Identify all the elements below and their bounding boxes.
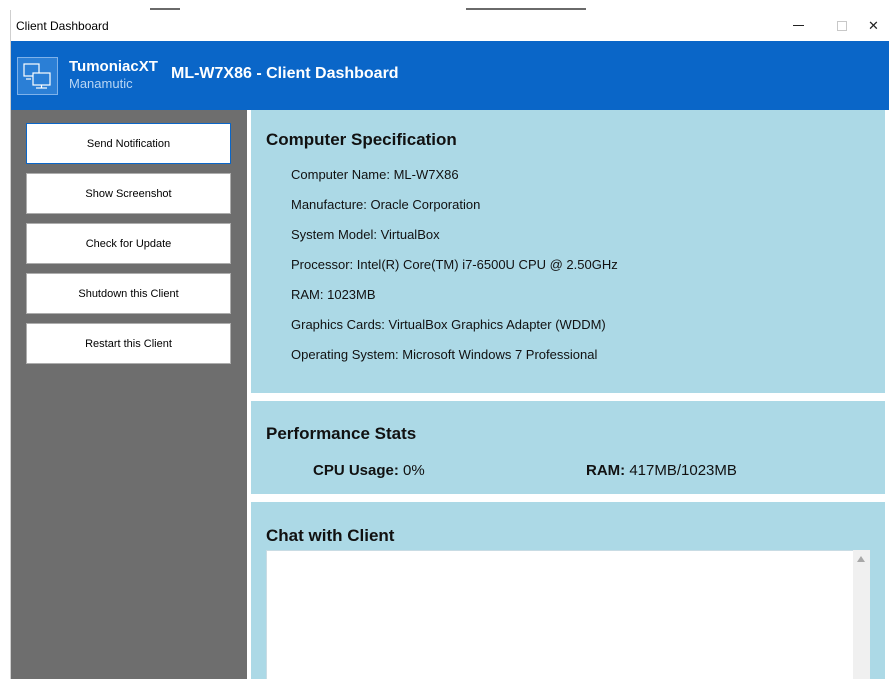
restart-client-button[interactable]: Restart this Client — [26, 323, 231, 364]
performance-stats-panel: Performance Stats CPU Usage: 0% RAM: 417… — [251, 401, 885, 494]
cpu-usage: CPU Usage: 0% — [313, 462, 425, 479]
main-content: Computer Specification Computer Name: ML… — [247, 110, 889, 679]
shutdown-client-button[interactable]: Shutdown this Client — [26, 273, 231, 314]
cpu-usage-value: 0% — [403, 462, 425, 479]
spec-operating-system: Operating System: Microsoft Windows 7 Pr… — [291, 347, 598, 362]
spec-manufacture: Manufacture: Oracle Corporation — [291, 197, 481, 212]
ram-usage-value: 417MB/1023MB — [629, 462, 737, 479]
computer-network-icon — [23, 63, 51, 89]
spec-computer-name: Computer Name: ML-W7X86 — [291, 167, 459, 182]
performance-title: Performance Stats — [266, 424, 417, 443]
window-title: Client Dashboard — [16, 19, 109, 33]
brand-name: TumoniacXT — [69, 58, 158, 75]
computer-specification-panel: Computer Specification Computer Name: ML… — [251, 110, 885, 393]
close-button[interactable]: ✕ — [857, 10, 889, 41]
client-dashboard-window: Client Dashboard ✕ TumoniacXT Manamutic … — [10, 10, 889, 679]
ram-usage: RAM: 417MB/1023MB — [586, 462, 737, 479]
chat-scrollbar[interactable] — [853, 550, 870, 679]
cpu-usage-label: CPU Usage: — [313, 462, 399, 479]
maximize-icon — [837, 20, 847, 31]
spec-system-model: System Model: VirtualBox — [291, 227, 440, 242]
minimize-button[interactable] — [775, 10, 821, 41]
spec-graphics-card: Graphics Cards: VirtualBox Graphics Adap… — [291, 317, 606, 332]
title-bar[interactable]: Client Dashboard ✕ — [11, 10, 889, 41]
chat-title: Chat with Client — [266, 526, 395, 545]
spec-processor: Processor: Intel(R) Core(TM) i7-6500U CP… — [291, 257, 618, 272]
chat-panel: Chat with Client — [251, 502, 885, 679]
close-icon: ✕ — [868, 17, 879, 33]
minimize-icon — [792, 25, 804, 26]
ram-usage-label: RAM: — [586, 462, 626, 479]
page-title: ML-W7X86 - Client Dashboard — [171, 65, 399, 82]
sidebar: Send Notification Show Screenshot Check … — [11, 110, 247, 679]
send-notification-button[interactable]: Send Notification — [26, 123, 231, 164]
spec-title: Computer Specification — [266, 130, 457, 149]
screen-top-edge — [0, 0, 889, 10]
app-header: TumoniacXT Manamutic ML-W7X86 - Client D… — [11, 41, 889, 110]
spec-ram: RAM: 1023MB — [291, 287, 376, 302]
chat-textarea[interactable] — [266, 550, 870, 679]
scroll-up-arrow-icon[interactable] — [857, 556, 865, 562]
brand-subtitle: Manamutic — [69, 76, 133, 91]
check-for-update-button[interactable]: Check for Update — [26, 223, 231, 264]
show-screenshot-button[interactable]: Show Screenshot — [26, 173, 231, 214]
app-logo — [17, 57, 58, 95]
